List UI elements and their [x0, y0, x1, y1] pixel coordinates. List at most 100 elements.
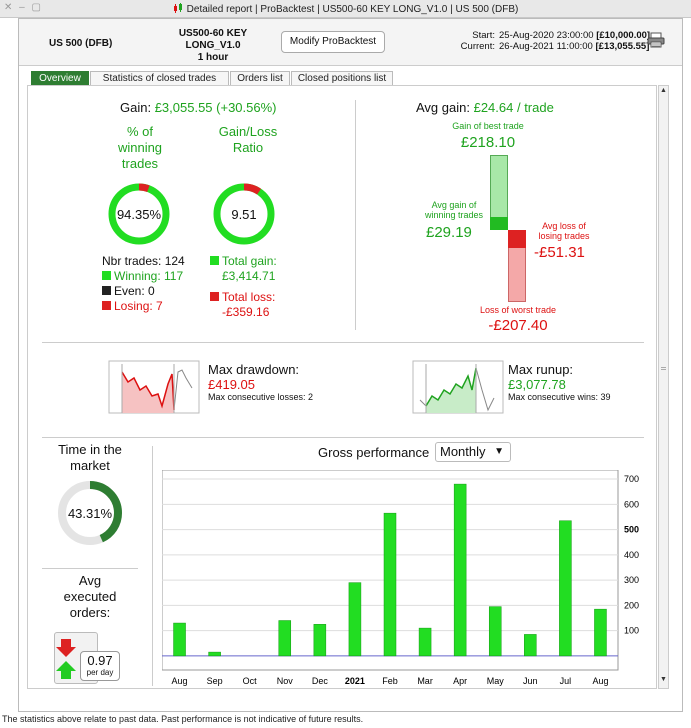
best-trade-value: £218.10 — [460, 134, 516, 151]
bar-jul-11 — [559, 520, 572, 657]
avg-winning-label-l1: Avg gain of — [431, 200, 477, 210]
total-gain-value: £3,414.71 — [222, 269, 276, 283]
orders-title-l1: Avg — [78, 573, 102, 588]
period-select[interactable]: Monthly ▼ — [435, 442, 511, 462]
current-label: Current: — [460, 41, 495, 52]
max-drawdown-value: £419.05 — [208, 377, 255, 392]
current-capital: [£13,055.55] — [595, 41, 650, 52]
tab-statistics-of-closed-trades[interactable]: Statistics of closed trades — [90, 71, 229, 86]
x-tick-label: Sep — [207, 676, 223, 686]
divider-2 — [42, 437, 644, 438]
bar-dec-4 — [313, 624, 327, 657]
strategy-name: US500-60 KEY LONG_V1.0 1 hour — [157, 28, 269, 64]
winning-trades-title: % of winning trades — [90, 124, 190, 172]
bar-sep-1 — [208, 651, 221, 657]
avg-winning-label: Avg gain of winning trades — [420, 200, 488, 220]
max-runup-label: Max runup: — [508, 362, 574, 377]
x-tick-label: May — [487, 676, 505, 686]
section-divider — [355, 100, 356, 330]
y-tick-label: 700 — [624, 474, 639, 484]
total-gain-label: Total gain: — [222, 254, 277, 268]
chart-y-labels: 100 200 300 400 500 600 700 — [624, 474, 639, 636]
current-row: Current: 26-Aug-2021 11:00:00 [£13,055.55… — [455, 41, 650, 52]
gain-value: £3,055.55 (+30.56%) — [154, 100, 277, 115]
avg-gain-bar — [490, 217, 508, 230]
vertical-scrollbar[interactable]: ▲ ▼ — [658, 85, 669, 689]
avg-executed-orders-title: Avg executed orders: — [42, 573, 138, 621]
chart-x-labels: Aug Sep Oct Nov Dec 2021 Feb Mar Apr May Jun Jul Aug — [172, 676, 609, 686]
nbr-trades: Nbr trades: 124 — [102, 254, 185, 268]
gain-loss-ratio-title: Gain/Loss Ratio — [198, 124, 298, 156]
winning-title-l1: % of — [126, 124, 153, 139]
x-tick-label: 2021 — [345, 676, 365, 686]
gross-performance-chart: Aug Sep Oct Nov Dec 2021 Feb Mar Apr May Jun Jul Aug… — [162, 470, 639, 686]
winning-count-row: Winning: 117 — [102, 269, 185, 284]
x-tick-label: Jul — [560, 676, 572, 686]
runup-chart — [412, 360, 504, 414]
strategy-timeframe: 1 hour — [197, 52, 229, 63]
y-tick-label: 300 — [624, 575, 639, 585]
candlestick-icon — [173, 3, 182, 13]
ratio-title-l1: Gain/Loss — [218, 124, 278, 139]
gain-loss-totals: Total gain: £3,414.71 Total loss: -£359.… — [210, 254, 277, 320]
time-in-market-title: Time in the market — [42, 442, 138, 474]
bar-aug-12 — [594, 608, 607, 657]
x-tick-label: Jun — [523, 676, 538, 686]
bar-mar-7 — [418, 627, 432, 657]
tab-closed-positions-list[interactable]: Closed positions list — [291, 71, 393, 86]
even-count: Even: 0 — [114, 284, 155, 298]
orders-per-day-value: 0.97 — [87, 653, 113, 668]
ratio-title-l2: Ratio — [232, 140, 264, 155]
x-tick-label: Aug — [592, 676, 608, 686]
scroll-down-arrow-icon[interactable]: ▼ — [659, 676, 668, 687]
max-drawdown-label: Max drawdown: — [208, 362, 300, 377]
orders-per-day-unit: per day — [86, 668, 114, 677]
scrollbar-grip[interactable] — [661, 367, 666, 370]
bar-feb-6 — [383, 512, 397, 657]
y-tick-label: 100 — [624, 626, 639, 636]
best-trade-label: Gain of best trade — [452, 121, 524, 131]
total-loss-row: Total loss: — [210, 290, 277, 305]
divider-1 — [42, 342, 644, 343]
bar-jun-10 — [524, 634, 537, 657]
y-tick-label: 400 — [624, 550, 639, 560]
avg-winning-label-l2: winning trades — [424, 210, 484, 220]
y-tick-label: 500 — [624, 525, 639, 535]
start-capital: [£10,000.00] — [596, 30, 651, 41]
max-runup: Max runup: £3,077.78 Max consecutive win… — [508, 362, 611, 403]
disclaimer-footer: The statistics above relate to past data… — [0, 714, 691, 728]
printer-icon[interactable] — [647, 32, 665, 48]
avg-losing-label: Avg loss of losing trades — [530, 221, 598, 241]
bar-nov-3 — [278, 620, 292, 657]
chevron-down-icon: ▼ — [494, 446, 504, 457]
worst-trade-value: -£207.40 — [488, 317, 548, 334]
report-window: US 500 (DFB) US500-60 KEY LONG_V1.0 1 ho… — [18, 18, 683, 712]
modify-probacktest-button[interactable]: Modify ProBacktest — [281, 31, 385, 53]
tab-orders-list[interactable]: Orders list — [230, 71, 290, 86]
x-tick-label: Oct — [243, 676, 258, 686]
bar-apr-8 — [453, 483, 467, 657]
x-tick-label: Aug — [172, 676, 188, 686]
total-loss-value: -£359.16 — [222, 305, 270, 319]
y-tick-label: 200 — [624, 600, 639, 610]
x-tick-label: Dec — [312, 676, 329, 686]
scroll-up-arrow-icon[interactable]: ▲ — [659, 87, 668, 98]
total-gain-row: Total gain: — [210, 254, 277, 269]
winning-trades-donut: 94.35% — [108, 183, 170, 245]
total-loss-label: Total loss: — [222, 290, 276, 304]
even-legend-icon — [102, 286, 111, 295]
ratio-value: 9.51 — [231, 207, 256, 222]
divider-3 — [42, 568, 138, 569]
avg-winning-value: £29.19 — [426, 224, 472, 241]
avg-losing-label-l1: Avg loss of — [542, 221, 586, 231]
total-loss-icon — [210, 292, 219, 301]
time-in-market-l1: Time in the — [58, 442, 122, 457]
total-gain-icon — [210, 256, 219, 265]
orders-title-l3: orders: — [69, 605, 111, 620]
period-select-value: Monthly — [440, 444, 486, 459]
winning-count: Winning: 117 — [114, 269, 184, 283]
tab-overview[interactable]: Overview — [31, 71, 89, 86]
gross-performance-title: Gross performance — [318, 445, 430, 460]
max-drawdown: Max drawdown: £419.05 Max consecutive lo… — [208, 362, 313, 403]
y-tick-label: 600 — [624, 499, 639, 509]
